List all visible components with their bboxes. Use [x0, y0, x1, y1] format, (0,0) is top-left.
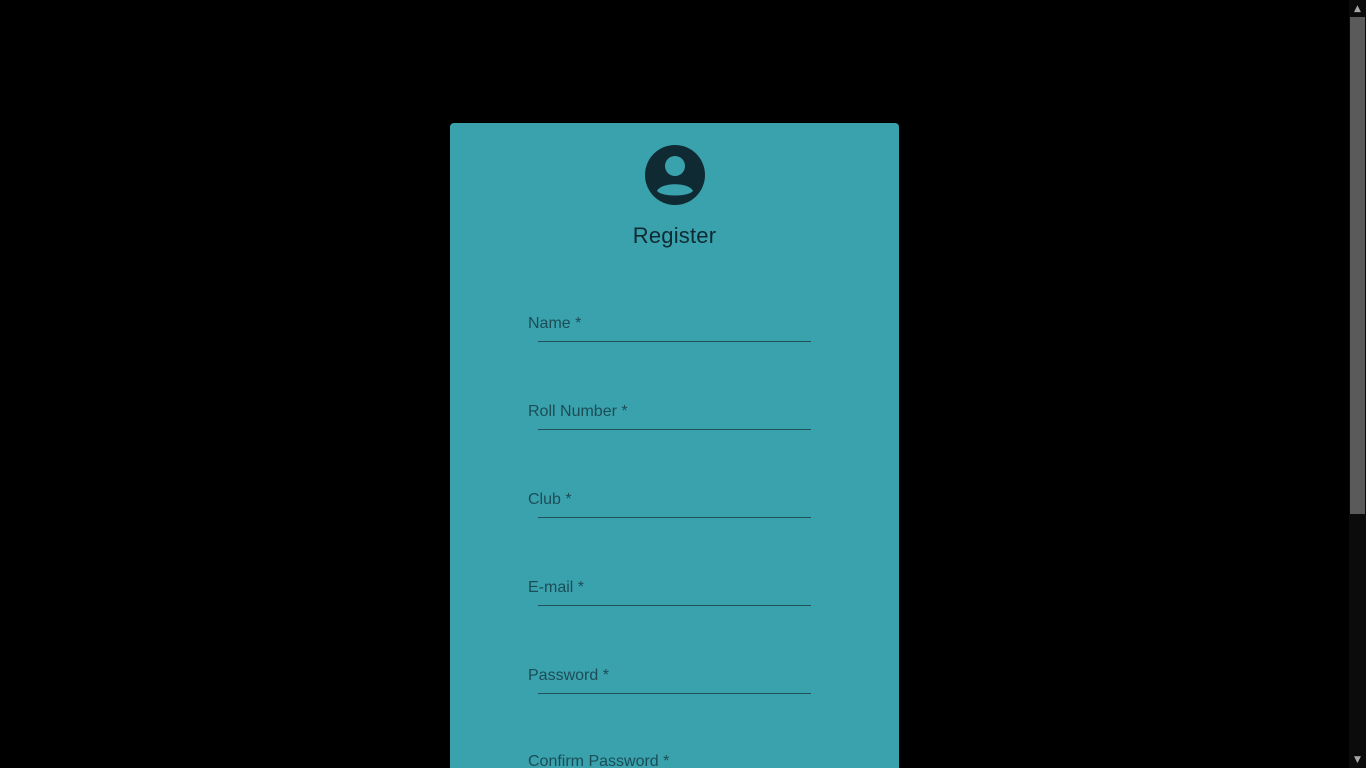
page-scrollbar[interactable]: ▲ ▼ [1349, 0, 1366, 768]
arrow-up-icon[interactable]: ▲ [1349, 0, 1366, 17]
password-field[interactable]: Password * [528, 667, 811, 717]
roll-number-underline [538, 429, 811, 430]
register-card: Register Name * Roll Number * Club * E-m… [450, 123, 899, 768]
club-underline [538, 517, 811, 518]
page-viewport: Register Name * Roll Number * Club * E-m… [0, 0, 1366, 768]
account-circle-icon [645, 145, 705, 205]
name-field[interactable]: Name * [528, 315, 811, 365]
email-input[interactable] [538, 581, 811, 603]
club-input[interactable] [538, 493, 811, 515]
email-underline [538, 605, 811, 606]
roll-number-input[interactable] [538, 405, 811, 427]
password-input[interactable] [538, 669, 811, 691]
scrollbar-thumb[interactable] [1350, 17, 1365, 514]
confirm-password-field[interactable]: Confirm Password * [528, 753, 811, 768]
confirm-password-input[interactable] [538, 755, 811, 768]
email-field[interactable]: E-mail * [528, 579, 811, 629]
name-underline [538, 341, 811, 342]
name-input[interactable] [538, 317, 811, 339]
club-field[interactable]: Club * [528, 491, 811, 541]
roll-number-field[interactable]: Roll Number * [528, 403, 811, 453]
form-title: Register [632, 223, 717, 248]
password-underline [538, 693, 811, 694]
arrow-down-icon[interactable]: ▼ [1349, 751, 1366, 768]
